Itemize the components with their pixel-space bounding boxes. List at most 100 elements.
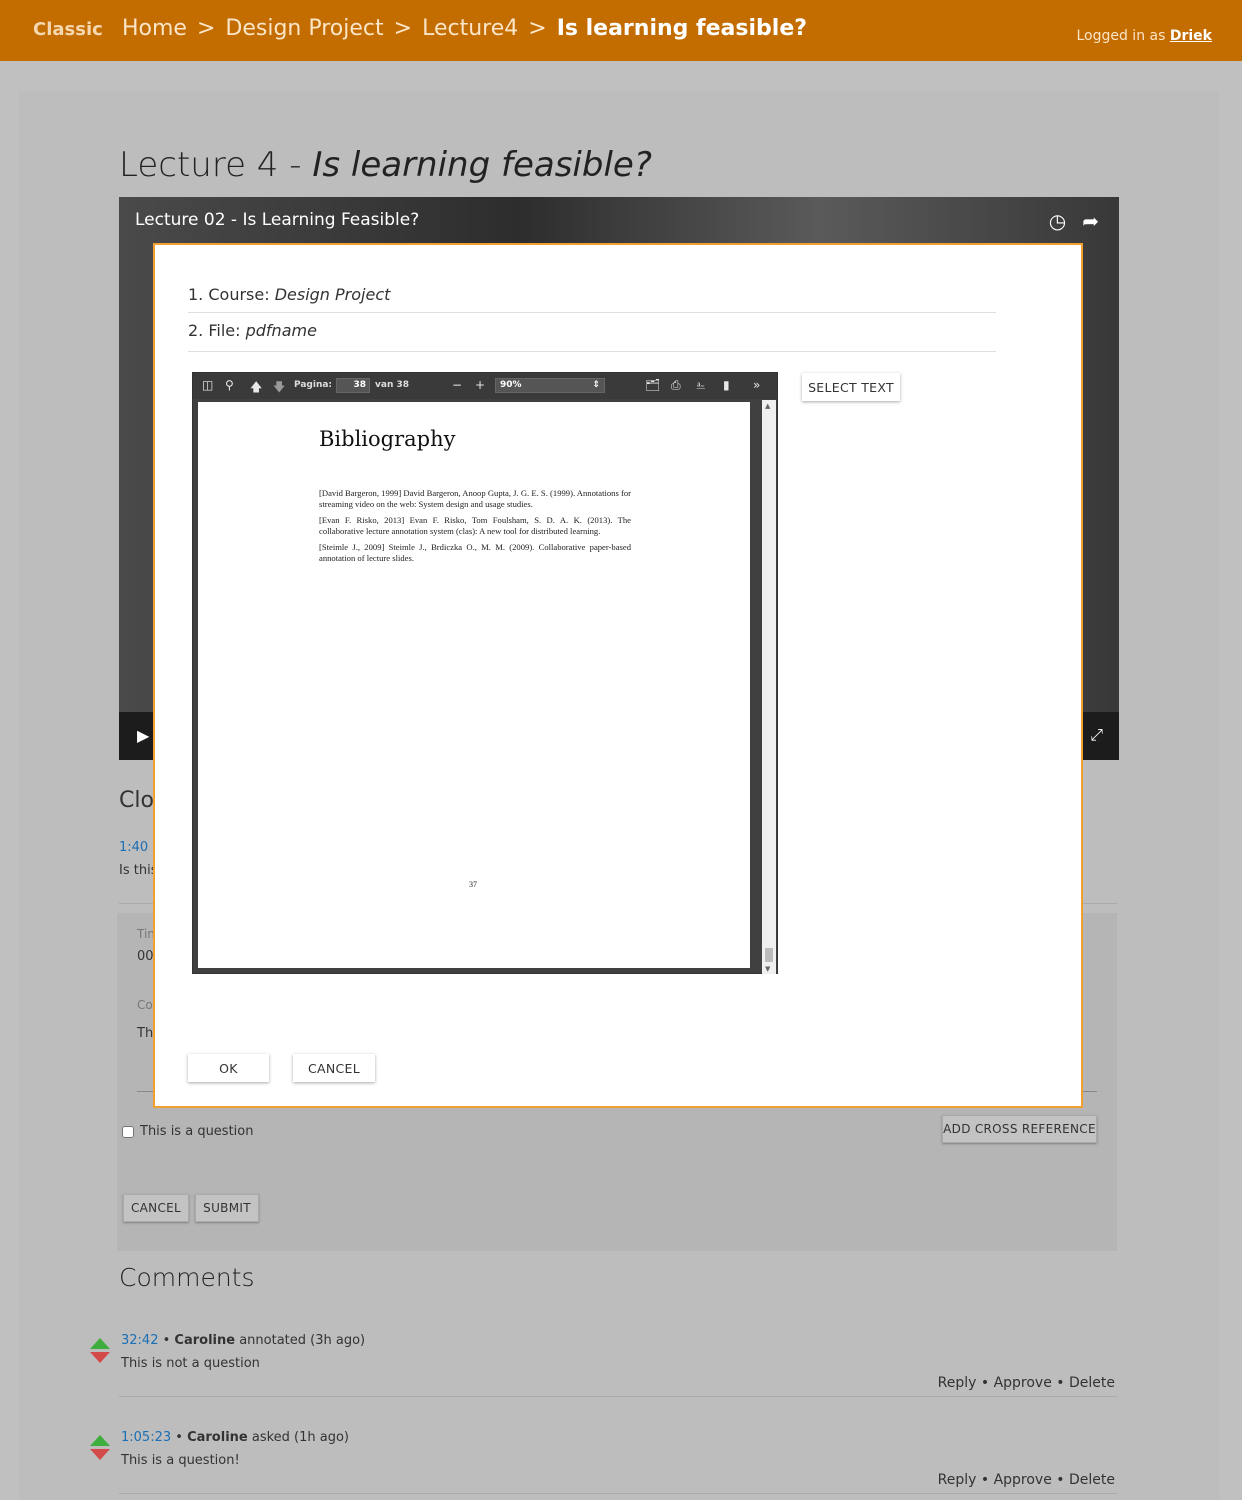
sidebar-toggle-icon[interactable]: ◫ <box>202 378 213 392</box>
breadcrumb-separator: > <box>528 16 547 41</box>
pdf-scrollbar[interactable]: ▲ ▼ <box>762 400 776 974</box>
bullet: • <box>980 1375 990 1391</box>
comment-label: Co <box>137 998 153 1012</box>
login-status: Logged in as Driek <box>1076 28 1212 44</box>
course-label: 1. Course: <box>188 285 270 304</box>
user-link[interactable]: Driek <box>1170 28 1212 44</box>
comment-header: 1:05:23 • Caroline asked (1h ago) <box>121 1430 349 1445</box>
comment-action: annotated (3h ago) <box>239 1333 366 1348</box>
pdf-page[interactable]: Bibliography [David Bargeron, 1999] Davi… <box>198 402 750 968</box>
breadcrumb: Home > Design Project > Lecture4 > Is learning… <box>122 16 807 41</box>
file-row: 2. File: pdfname <box>188 321 317 340</box>
vote-controls <box>90 1435 112 1460</box>
clock-icon[interactable]: ◷ <box>1049 209 1066 233</box>
previous-page-icon[interactable]: 🡅 <box>250 378 262 399</box>
brand-classic[interactable]: Classic <box>33 19 103 40</box>
select-arrow-icon: ⇕ <box>592 380 600 390</box>
breadcrumb-lecture4[interactable]: Lecture4 <box>422 16 518 41</box>
comment-action: asked (1h ago) <box>251 1430 350 1445</box>
page-title: Lecture 4 - Is learning feasible? <box>119 145 652 185</box>
course-value[interactable]: Design Project <box>275 285 391 304</box>
question-checkbox[interactable] <box>122 1125 134 1138</box>
bullet: • <box>175 1430 183 1445</box>
comment-timestamp[interactable]: 1:05:23 <box>121 1430 171 1445</box>
ok-button[interactable]: OK <box>188 1054 269 1082</box>
fullscreen-icon[interactable]: ⤢ <box>1090 725 1103 745</box>
bullet: • <box>1056 1375 1065 1391</box>
download-icon[interactable]: ⎁ <box>696 378 706 393</box>
reference-list: [David Bargeron, 1999] David Bargeron, A… <box>319 488 631 569</box>
page-title-prefix: Lecture 4 - <box>119 145 302 185</box>
pdf-viewer: ◫ ⚲ 🡅 🡇 Pagina: 38 van 38 − + 90% ⇕ 🗂 ⎙ ⎁… <box>192 372 778 974</box>
comment-timestamp[interactable]: 32:42 <box>121 1333 158 1348</box>
comment-author: Caroline <box>174 1333 236 1348</box>
form-cancel-button[interactable]: CANCEL <box>123 1194 189 1222</box>
zoom-out-icon[interactable]: − <box>452 378 462 392</box>
breadcrumb-separator: > <box>196 16 216 41</box>
comment-divider <box>119 1396 1117 1397</box>
breadcrumb-current: Is learning feasible? <box>556 16 808 41</box>
video-top-icons: ◷ ➦ <box>1049 209 1099 233</box>
reply-link[interactable]: Reply <box>938 1375 977 1391</box>
question-checkbox-row[interactable]: This is a question <box>122 1124 253 1139</box>
downvote-icon[interactable] <box>90 1449 110 1460</box>
page-total: van 38 <box>375 380 410 390</box>
question-text: Is this <box>119 863 158 878</box>
play-icon[interactable]: ▶ <box>137 726 149 745</box>
question-checkbox-label: This is a question <box>140 1124 254 1139</box>
zoom-select[interactable]: 90% ⇕ <box>495 378 605 393</box>
page-title-italic: Is learning feasible? <box>312 145 652 185</box>
file-label: 2. File: <box>188 321 241 340</box>
logged-in-label: Logged in as <box>1076 28 1166 44</box>
bullet: • <box>1056 1472 1065 1488</box>
zoom-in-icon[interactable]: + <box>475 378 485 392</box>
add-cross-reference-button[interactable]: ADD CROSS REFERENCE <box>942 1115 1097 1143</box>
downvote-icon[interactable] <box>90 1352 110 1363</box>
search-icon[interactable]: ⚲ <box>225 378 234 392</box>
bookmark-icon[interactable]: ▮ <box>723 378 730 392</box>
comment-actions: Reply • Approve • Delete <box>938 1375 1115 1391</box>
upvote-icon[interactable] <box>90 1338 110 1349</box>
form-submit-button[interactable]: SUBMIT <box>195 1194 259 1222</box>
approve-link[interactable]: Approve <box>994 1472 1052 1488</box>
reference-item: [Evan F. Risko, 2013] Evan F. Risko, Tom… <box>319 515 631 536</box>
scroll-up-icon[interactable]: ▲ <box>765 402 770 410</box>
scroll-down-icon[interactable]: ▼ <box>765 965 770 973</box>
comments-heading: Comments <box>119 1263 255 1292</box>
breadcrumb-design-project[interactable]: Design Project <box>225 16 383 41</box>
comment-actions: Reply • Approve • Delete <box>938 1472 1115 1488</box>
page-label: Pagina: <box>294 380 333 390</box>
share-icon[interactable]: ➦ <box>1082 209 1099 233</box>
delete-link[interactable]: Delete <box>1069 1472 1115 1488</box>
time-input[interactable]: 00 <box>137 949 154 964</box>
reply-link[interactable]: Reply <box>938 1472 977 1488</box>
next-page-icon[interactable]: 🡇 <box>273 378 285 399</box>
bullet: • <box>980 1472 990 1488</box>
approve-link[interactable]: Approve <box>994 1375 1052 1391</box>
comment-text: This is not a question <box>121 1356 260 1371</box>
breadcrumb-separator: > <box>393 16 413 41</box>
delete-link[interactable]: Delete <box>1069 1375 1115 1391</box>
pdf-toolbar: ◫ ⚲ 🡅 🡇 Pagina: 38 van 38 − + 90% ⇕ 🗂 ⎙ ⎁… <box>193 373 777 399</box>
file-value[interactable]: pdfname <box>246 321 317 340</box>
open-file-icon[interactable]: 🗂 <box>645 378 660 392</box>
bibliography-heading: Bibliography <box>319 427 456 451</box>
print-icon[interactable]: ⎙ <box>671 378 681 393</box>
upvote-icon[interactable] <box>90 1435 110 1446</box>
cross-reference-modal: 1. Course: Design Project 2. File: pdfna… <box>153 243 1083 1108</box>
top-bar: Classic Home > Design Project > Lecture4 > Is … <box>0 0 1242 61</box>
pdf-page-number: 37 <box>469 880 477 889</box>
modal-divider <box>188 351 996 352</box>
scroll-thumb[interactable] <box>765 948 773 962</box>
select-text-button[interactable]: SELECT TEXT <box>802 373 900 401</box>
more-tools-icon[interactable]: » <box>753 378 760 392</box>
modal-cancel-button[interactable]: CANCEL <box>293 1054 375 1082</box>
video-title[interactable]: Lecture 02 - Is Learning Feasible? <box>135 210 419 230</box>
reference-item: [Steimle J., 2009] Steimle J., Brdiczka … <box>319 542 631 563</box>
comment-author: Caroline <box>187 1430 248 1445</box>
course-row: 1. Course: Design Project <box>188 285 390 304</box>
page-number-input[interactable]: 38 <box>336 378 370 393</box>
comment-divider <box>119 1493 1117 1494</box>
comment-input[interactable]: Th <box>137 1026 153 1041</box>
breadcrumb-home[interactable]: Home <box>122 16 187 41</box>
